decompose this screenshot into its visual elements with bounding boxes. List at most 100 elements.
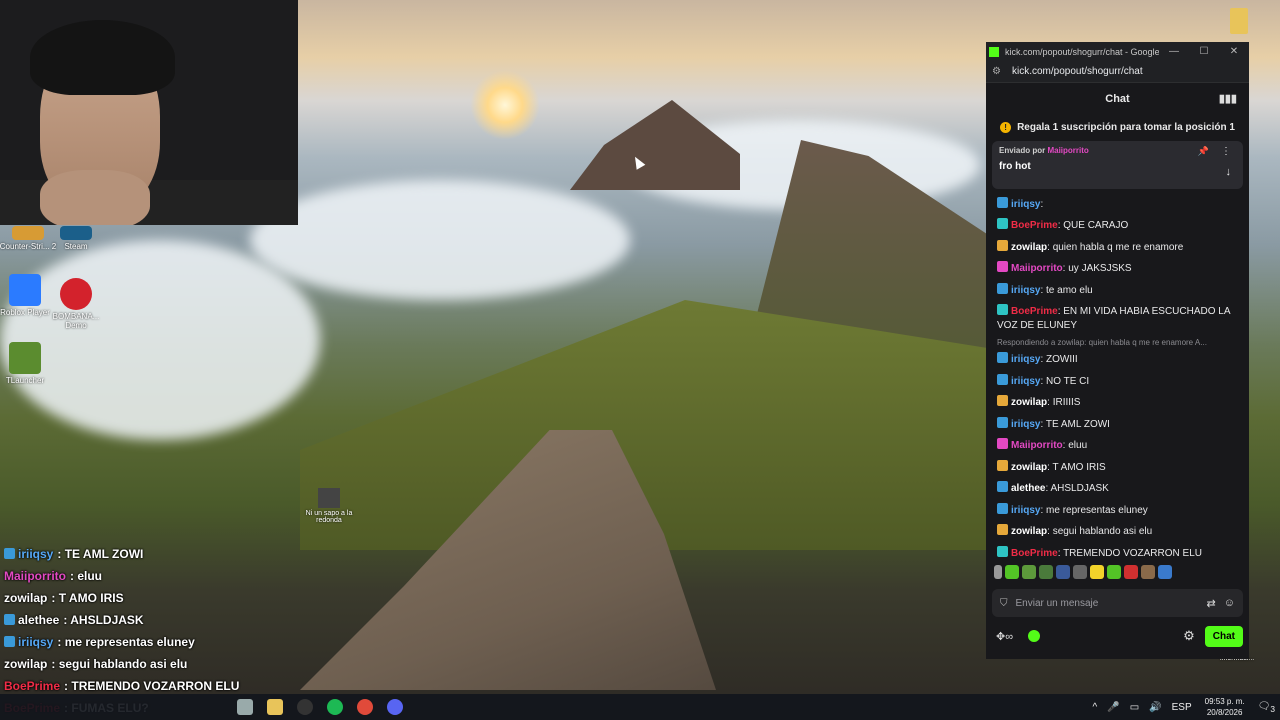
chat-message: zowilap: IRIIIIS [997, 392, 1245, 414]
chat-username[interactable]: iriiqsy [1011, 505, 1040, 516]
pinned-user[interactable]: Maiiporrito [1047, 146, 1088, 155]
translate-icon[interactable]: ⇄ [1207, 597, 1216, 610]
minimize-button[interactable]: — [1159, 46, 1189, 57]
chat-username[interactable]: zowilap [1011, 526, 1047, 537]
chat-username[interactable]: zowilap [1011, 242, 1047, 253]
chat-messages[interactable]: iriiqsy: BoePrime: QUE CARAJO zowilap: qu… [986, 193, 1249, 561]
maximize-button[interactable]: ☐ [1189, 46, 1219, 57]
emote-icon[interactable] [1124, 565, 1138, 579]
chat-username[interactable]: Maiiporrito [1011, 263, 1063, 274]
emote-icon[interactable] [1056, 565, 1070, 579]
chat-username[interactable]: iriiqsy [1011, 285, 1040, 296]
stream-overlay-widget: Ni un sapo a la redonda [305, 488, 353, 524]
overlay-username: zowilap [4, 657, 48, 671]
chat-header: Chat ▮▮▮ [986, 83, 1249, 115]
mountain-peak [570, 100, 740, 190]
emote-icon[interactable] [994, 565, 1002, 579]
overlay-username: Maiiporrito [4, 569, 66, 583]
system-tray: ^ 🎤 ▭ 🔊 ESP 09:53 p. m. 20/8/2026 🗨3 [1088, 694, 1280, 720]
kick-status-icon[interactable] [1028, 629, 1041, 642]
gift-sub-banner[interactable]: ! Regala 1 suscripción para tomar la pos… [986, 115, 1249, 139]
chat-text: T AMO IRIS [1052, 461, 1106, 473]
bombana-icon [60, 278, 92, 310]
emote-icon[interactable] [1005, 565, 1019, 579]
chevron-up-icon[interactable]: ^ [1093, 702, 1098, 713]
pin-icon[interactable]: 📌 [1198, 146, 1209, 157]
volume-icon[interactable]: 🔊 [1149, 702, 1161, 713]
pin-label: Enviado por [999, 146, 1046, 155]
close-button[interactable]: ✕ [1219, 46, 1249, 57]
expand-down-icon[interactable]: ↓ [1226, 166, 1232, 178]
chat-text: AHSLDJASK [1050, 483, 1109, 494]
chat-username[interactable]: iriiqsy [1011, 419, 1040, 430]
window-titlebar: kick.com/popout/shogurr/chat - Google C.… [986, 42, 1249, 61]
overlay-chat-line: zowilap: segui hablando asi elu [4, 657, 188, 671]
emoji-icon[interactable]: ☺ [1224, 597, 1235, 609]
desktop-icon-bombana[interactable]: BOMBANA... Demo [46, 278, 106, 330]
emote-icon[interactable] [1090, 565, 1104, 579]
user-badge-icon [4, 636, 15, 647]
desktop-icon-steam[interactable]: Steam [46, 226, 106, 251]
pinned-message: Enviado por Maiiporrito fro hot 📌 ⋮ ↓ [992, 141, 1243, 189]
emote-icon[interactable] [1073, 565, 1087, 579]
emote-icon[interactable] [1107, 565, 1121, 579]
taskbar-file-explorer[interactable] [260, 694, 290, 720]
cloud [250, 180, 630, 300]
site-settings-icon[interactable]: ⚙ [992, 66, 1004, 77]
chat-message: iriiqsy: NO TE CI [997, 370, 1245, 392]
overlay-username: BoePrime [4, 679, 61, 693]
user-badge-icon [997, 481, 1008, 492]
chat-text: eluu [1068, 440, 1088, 451]
user-badge-icon [997, 545, 1008, 557]
chat-username[interactable]: iriiqsy [1011, 376, 1040, 387]
webcam-overlay [0, 0, 298, 225]
message-input[interactable]: ⛉ Enviar un mensaje ⇄ ☺ [992, 589, 1243, 617]
language-indicator[interactable]: ESP [1172, 702, 1192, 713]
chat-username[interactable]: zowilap [1011, 462, 1047, 473]
chat-text: quien habla q me re enamore [1052, 241, 1184, 253]
taskbar-chrome[interactable] [350, 694, 380, 720]
user-badge-icon [997, 352, 1008, 363]
notifications-icon[interactable]: 🗨3 [1258, 701, 1275, 714]
chat-text: IRIIIIS [1052, 397, 1081, 408]
chat-message: iriiqsy: TE AML ZOWI [997, 413, 1245, 435]
more-options-icon[interactable]: ⋮ [1221, 146, 1231, 157]
send-chat-button[interactable]: Chat [1204, 625, 1243, 647]
taskbar-obs[interactable] [290, 694, 320, 720]
taskbar-spotify[interactable] [320, 694, 350, 720]
network-icon[interactable]: ▭ [1130, 702, 1139, 713]
chat-username[interactable]: BoePrime [1011, 548, 1058, 559]
leaderboard-icon[interactable]: ▮▮▮ [1219, 92, 1237, 105]
emote-icon[interactable] [1158, 565, 1172, 579]
overlay-text: TREMENDO VOZARRON ELU [71, 679, 240, 693]
emote-icon[interactable] [1022, 565, 1036, 579]
chat-message: BoePrime: EN MI VIDA HABIA ESCUCHADO LA … [997, 304, 1230, 331]
chat-text: uy JAKSJSKS [1068, 263, 1132, 274]
chat-message: BoePrime: QUE CARAJO [997, 215, 1245, 237]
desktop-icon-tlauncher[interactable]: TLauncher [0, 342, 55, 385]
chat-username[interactable]: BoePrime [1011, 220, 1058, 231]
settings-gear-icon[interactable]: ⚙ [1183, 628, 1195, 644]
emote-icon[interactable] [1039, 565, 1053, 579]
user-badge-icon [4, 614, 15, 625]
chat-text: me representas eluney [1046, 504, 1148, 516]
chat-username[interactable]: alethee [1011, 483, 1045, 494]
emote-icon[interactable] [1141, 565, 1155, 579]
points-icon[interactable]: ✥∞ [996, 631, 1013, 643]
chat-username[interactable]: Maiiporrito [1011, 440, 1063, 451]
chat-username[interactable]: iriiqsy [1011, 199, 1040, 210]
chat-username[interactable]: BoePrime [1011, 306, 1058, 317]
taskbar-discord[interactable] [380, 694, 410, 720]
counter-strike-icon [12, 226, 44, 240]
taskbar-store[interactable] [230, 694, 260, 720]
clock[interactable]: 09:53 p. m. 20/8/2026 [1205, 696, 1245, 718]
chat-username[interactable]: zowilap [1011, 397, 1047, 408]
folder-icon[interactable] [1230, 8, 1248, 34]
chat-text: te amo elu [1046, 284, 1093, 296]
address-bar[interactable]: ⚙ kick.com/popout/shogurr/chat [986, 61, 1249, 83]
chat-text: TREMENDO VOZARRON ELU [1063, 547, 1202, 559]
chat-username[interactable]: iriiqsy [1011, 354, 1040, 365]
reply-indicator[interactable]: Respondiendo a zowilap: quien habla q me… [997, 336, 1245, 349]
microphone-icon[interactable]: 🎤 [1107, 702, 1119, 713]
user-badge-icon [997, 395, 1008, 406]
